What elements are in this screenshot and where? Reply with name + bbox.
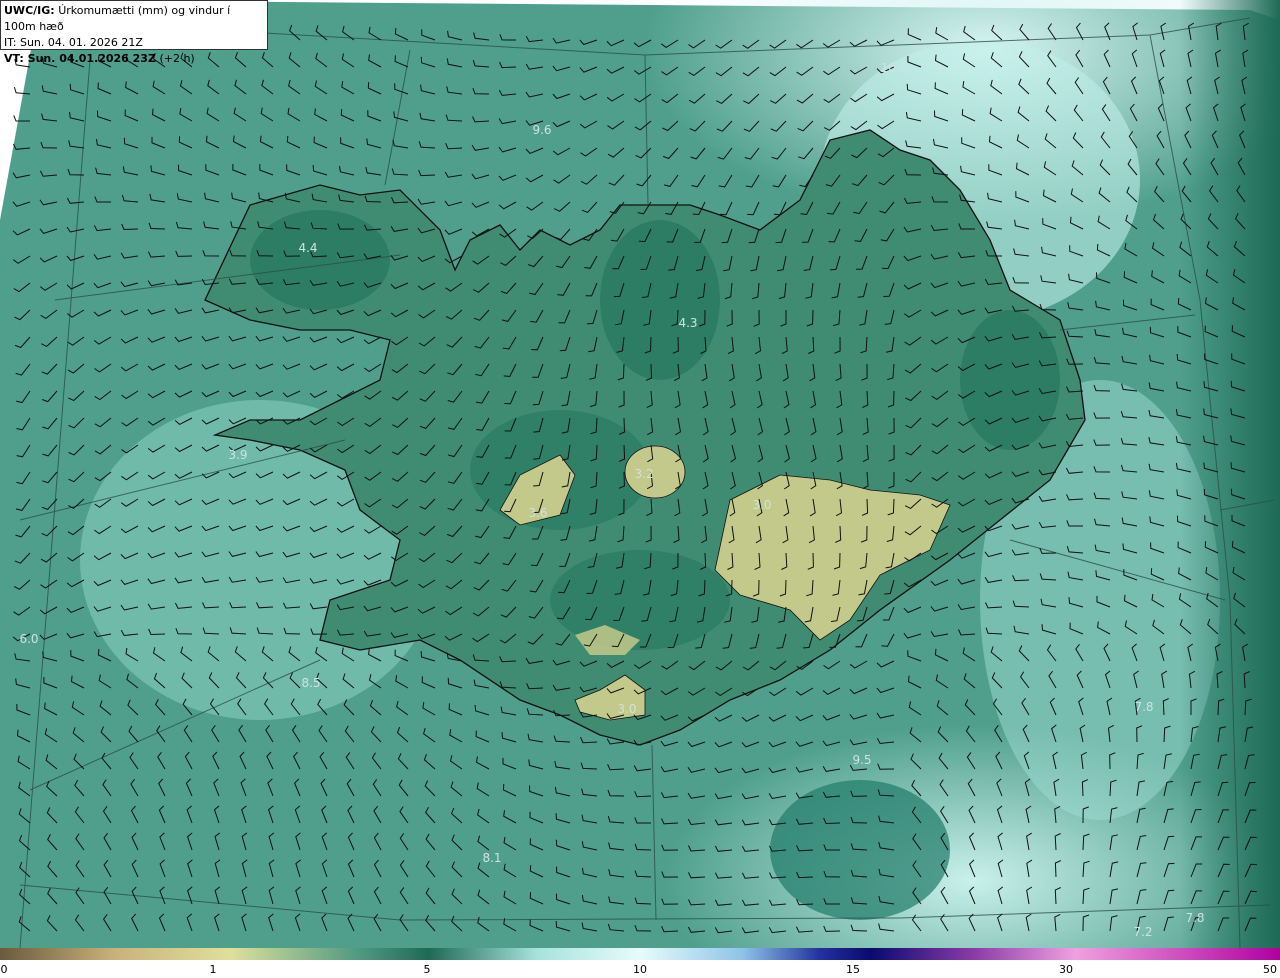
value-label: 10.0 (881, 61, 908, 75)
value-label: 9.6 (532, 123, 551, 137)
value-label: 3.6 (528, 506, 547, 520)
product-code: UWC/IG: (4, 4, 55, 17)
value-label: 7.2 (1133, 925, 1152, 939)
colorbar-tick: 10 (633, 963, 647, 976)
value-label: 7.8 (1185, 911, 1204, 925)
value-label: 4.3 (678, 316, 697, 330)
value-label: 7.8 (1134, 700, 1153, 714)
colorbar-tick: 0 (0, 963, 8, 976)
colorbar-tick: 1 (209, 963, 217, 976)
value-label: 3.0 (752, 498, 771, 512)
title-line: UWC/IG: Úrkomumætti (mm) og vindur í 100… (4, 3, 264, 35)
precipitation-wind-map: 10.0 9.6 4.4 4.3 3.9 3.6 3.2 3.0 3.0 6.0… (0, 0, 1280, 948)
value-label: 6.0 (19, 632, 38, 646)
map-header: UWC/IG: Úrkomumætti (mm) og vindur í 100… (0, 0, 268, 65)
valid-time-line: VT: Sun. 04.01.2026 23Z (+2 h) (4, 51, 264, 67)
value-label: 4.4 (298, 241, 317, 255)
lead-time: (+2 h) (159, 52, 195, 65)
colorbar-tick: 15 (846, 963, 860, 976)
value-label: 3.2 (634, 467, 653, 481)
value-label: 3.9 (228, 448, 247, 462)
value-label: 8.1 (482, 851, 501, 865)
valid-time: VT: Sun. 04.01.2026 23Z (4, 52, 156, 65)
colorbar-tick: 5 (423, 963, 431, 976)
colorbar-tick: 50 (1263, 963, 1277, 976)
colorbar-tick: 30 (1059, 963, 1073, 976)
init-time: IT: Sun. 04. 01. 2026 21Z (4, 36, 143, 49)
value-label: 3.0 (617, 702, 636, 716)
colorbar-ticks: 0 1 5 10 15 30 50 (0, 960, 1280, 978)
colorbar (0, 948, 1280, 960)
value-label: 9.5 (852, 753, 871, 767)
value-label: 8.5 (301, 676, 320, 690)
